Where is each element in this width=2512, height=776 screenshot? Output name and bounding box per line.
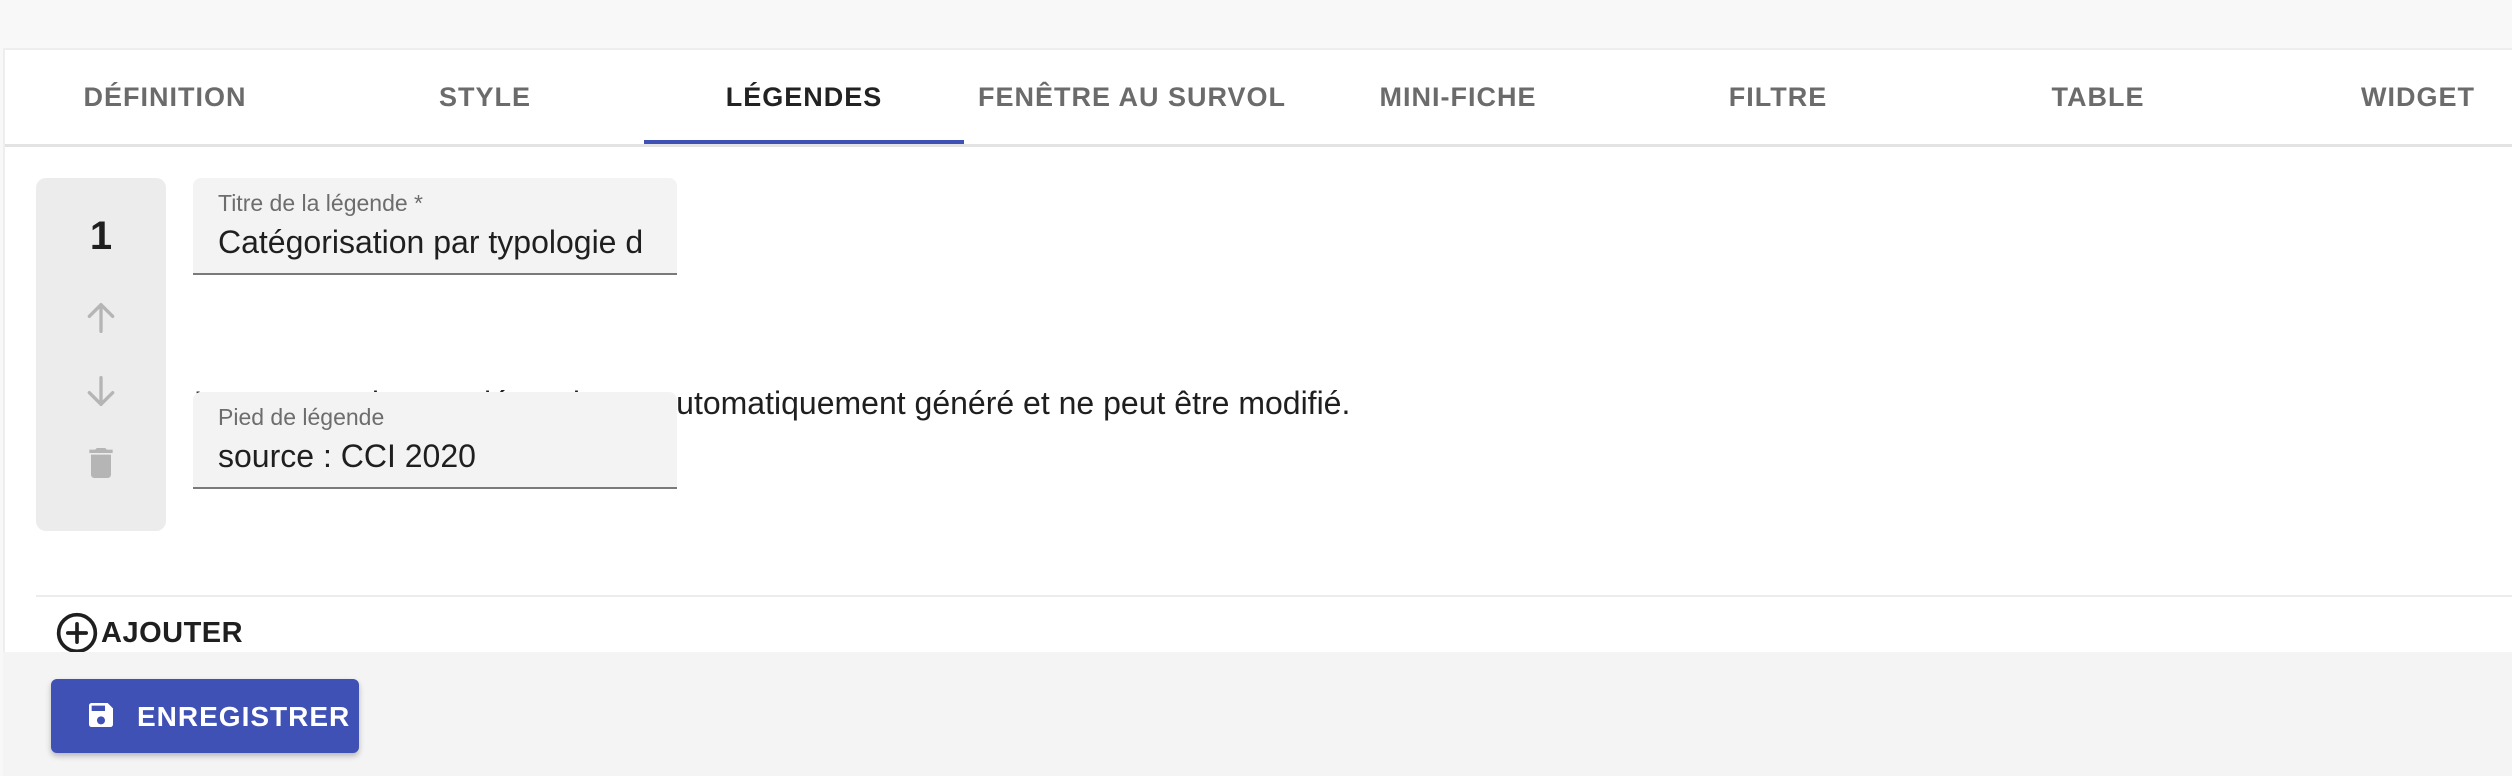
tab-legendes[interactable]: LÉGENDES <box>644 50 964 144</box>
legend-title-field[interactable]: Titre de la légende * Catégorisation par… <box>193 178 677 275</box>
tab-bar: DÉFINITION STYLE LÉGENDES FENÊTRE AU SUR… <box>5 50 2512 147</box>
layer-config-card: DÉFINITION STYLE LÉGENDES FENÊTRE AU SUR… <box>3 48 2512 654</box>
legend-footer-label: Pied de légende <box>218 404 385 430</box>
tab-mini-fiche[interactable]: MINI-FICHE <box>1298 50 1618 144</box>
legend-title-value[interactable]: Catégorisation par typologie d <box>218 224 658 261</box>
delete-legend-button[interactable] <box>75 437 127 489</box>
tab-fenetre-au-survol[interactable]: FENÊTRE AU SURVOL <box>972 50 1292 144</box>
floppy-disk-icon <box>89 703 113 727</box>
tab-definition[interactable]: DÉFINITION <box>5 50 325 144</box>
legend-title-label: Titre de la légende * <box>218 190 424 216</box>
tab-filtre[interactable]: FILTRE <box>1618 50 1938 144</box>
plus-circle-icon <box>56 612 98 654</box>
tab-widget[interactable]: WIDGET <box>2258 50 2512 144</box>
legend-footer-value[interactable]: source : CCI 2020 <box>218 438 658 475</box>
divider <box>36 595 2512 597</box>
add-legend-label: AJOUTER <box>101 616 244 649</box>
move-up-button[interactable] <box>75 292 127 344</box>
add-legend-button[interactable]: AJOUTER <box>55 608 243 658</box>
active-tab-indicator <box>644 140 964 144</box>
legend-footer-field[interactable]: Pied de légende source : CCI 2020 <box>193 392 677 489</box>
legend-rank-number: 1 <box>89 214 113 258</box>
save-button-label: ENREGISTRER <box>137 701 351 732</box>
tab-style[interactable]: STYLE <box>325 50 645 144</box>
footer-bar: ENREGISTRER <box>3 652 2512 776</box>
trash-icon <box>89 448 113 478</box>
legend-rank-panel: 1 <box>36 178 166 531</box>
tab-table[interactable]: TABLE <box>1938 50 2258 144</box>
save-button[interactable]: ENREGISTRER <box>51 679 359 753</box>
page: DÉFINITION STYLE LÉGENDES FENÊTRE AU SUR… <box>0 0 2512 776</box>
arrow-up-icon <box>87 303 115 333</box>
move-down-button[interactable] <box>75 365 127 417</box>
arrow-down-icon <box>87 376 115 406</box>
